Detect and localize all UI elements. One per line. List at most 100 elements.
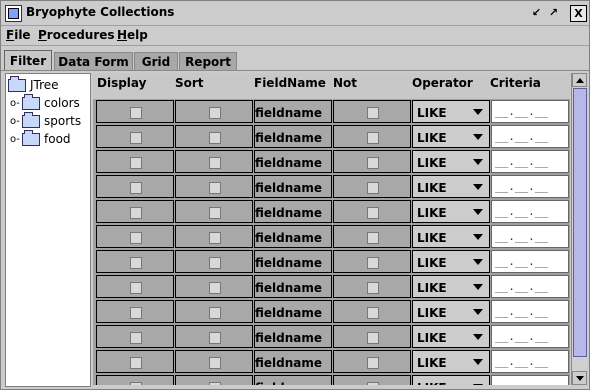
scroll-up-icon[interactable] [572, 73, 587, 87]
operator-select[interactable]: LIKE [412, 225, 490, 248]
criteria-input[interactable]: __.__.__ [491, 175, 569, 198]
criteria-input[interactable]: __.__.__ [491, 250, 569, 273]
tree-node-colors[interactable]: o- colors [10, 93, 80, 111]
display-checkbox[interactable] [130, 157, 142, 169]
not-checkbox[interactable] [367, 207, 379, 219]
display-checkbox[interactable] [130, 332, 142, 344]
scroll-down-icon[interactable] [572, 371, 587, 385]
chevron-down-icon[interactable] [473, 184, 483, 190]
sort-checkbox[interactable] [209, 357, 221, 369]
fieldname-cell[interactable]: fieldname [254, 275, 332, 298]
sort-checkbox[interactable] [209, 207, 221, 219]
criteria-input[interactable]: __.__.__ [491, 350, 569, 373]
display-checkbox[interactable] [130, 382, 142, 385]
chevron-down-icon[interactable] [473, 234, 483, 240]
criteria-input[interactable]: __.__.__ [491, 275, 569, 298]
operator-select[interactable]: LIKE [412, 375, 490, 385]
chevron-down-icon[interactable] [473, 134, 483, 140]
criteria-input[interactable]: __.__.__ [491, 125, 569, 148]
fieldname-cell[interactable]: fieldname [254, 200, 332, 223]
menu-help[interactable]: Help [117, 28, 148, 42]
sort-checkbox[interactable] [209, 157, 221, 169]
close-button[interactable]: X [570, 5, 587, 22]
operator-select[interactable]: LIKE [412, 150, 490, 173]
sort-checkbox[interactable] [209, 307, 221, 319]
fieldname-cell[interactable]: fieldname [254, 300, 332, 323]
operator-select[interactable]: LIKE [412, 325, 490, 348]
tree-node-food[interactable]: o- food [10, 129, 71, 147]
not-checkbox[interactable] [367, 232, 379, 244]
sort-checkbox[interactable] [209, 232, 221, 244]
fieldname-cell[interactable]: fieldname [254, 375, 332, 385]
expand-handle-icon[interactable]: o- [10, 98, 20, 109]
not-checkbox[interactable] [367, 357, 379, 369]
criteria-input[interactable]: __.__.__ [491, 150, 569, 173]
sort-checkbox[interactable] [209, 132, 221, 144]
operator-select[interactable]: LIKE [412, 350, 490, 373]
criteria-input[interactable]: __.__.__ [491, 225, 569, 248]
display-checkbox[interactable] [130, 182, 142, 194]
chevron-down-icon[interactable] [473, 259, 483, 265]
expand-handle-icon[interactable]: o- [10, 116, 20, 127]
chevron-down-icon[interactable] [473, 359, 483, 365]
not-checkbox[interactable] [367, 282, 379, 294]
sort-checkbox[interactable] [209, 182, 221, 194]
operator-select[interactable]: LIKE [412, 250, 490, 273]
fieldname-cell[interactable]: fieldname [254, 350, 332, 373]
criteria-input[interactable]: __.__.__ [491, 325, 569, 348]
display-checkbox[interactable] [130, 282, 142, 294]
expand-handle-icon[interactable]: o- [10, 134, 20, 145]
menu-procedures[interactable]: Procedures [38, 28, 115, 42]
minimize-icon[interactable]: ↙ [529, 5, 544, 20]
chevron-down-icon[interactable] [473, 334, 483, 340]
sort-checkbox[interactable] [209, 332, 221, 344]
criteria-input[interactable]: __.__.__ [491, 200, 569, 223]
display-checkbox[interactable] [130, 257, 142, 269]
not-checkbox[interactable] [367, 182, 379, 194]
display-checkbox[interactable] [130, 107, 142, 119]
menu-file[interactable]: File [6, 28, 31, 42]
tab-grid[interactable]: Grid [134, 52, 178, 70]
tab-filter[interactable]: Filter [4, 50, 52, 71]
fieldname-cell[interactable]: fieldname [254, 175, 332, 198]
fieldname-cell[interactable]: fieldname [254, 125, 332, 148]
chevron-down-icon[interactable] [473, 209, 483, 215]
display-checkbox[interactable] [130, 307, 142, 319]
vertical-scrollbar[interactable] [571, 73, 587, 385]
fieldname-cell[interactable]: fieldname [254, 100, 332, 123]
display-checkbox[interactable] [130, 232, 142, 244]
not-checkbox[interactable] [367, 157, 379, 169]
tree-root[interactable]: JTree [8, 75, 59, 93]
criteria-input[interactable]: __.__.__ [491, 375, 569, 385]
display-checkbox[interactable] [130, 357, 142, 369]
sort-checkbox[interactable] [209, 257, 221, 269]
scroll-thumb[interactable] [573, 88, 587, 357]
chevron-down-icon[interactable] [473, 159, 483, 165]
operator-select[interactable]: LIKE [412, 275, 490, 298]
maximize-icon[interactable]: ↗ [546, 5, 561, 20]
sort-checkbox[interactable] [209, 107, 221, 119]
not-checkbox[interactable] [367, 307, 379, 319]
sort-checkbox[interactable] [209, 382, 221, 385]
display-checkbox[interactable] [130, 132, 142, 144]
fieldname-cell[interactable]: fieldname [254, 250, 332, 273]
operator-select[interactable]: LIKE [412, 300, 490, 323]
criteria-input[interactable]: __.__.__ [491, 300, 569, 323]
operator-select[interactable]: LIKE [412, 125, 490, 148]
fieldname-cell[interactable]: fieldname [254, 225, 332, 248]
criteria-input[interactable]: __.__.__ [491, 100, 569, 123]
chevron-down-icon[interactable] [473, 284, 483, 290]
not-checkbox[interactable] [367, 332, 379, 344]
operator-select[interactable]: LIKE [412, 200, 490, 223]
fieldname-cell[interactable]: fieldname [254, 150, 332, 173]
tab-data-form[interactable]: Data Form [54, 52, 133, 70]
chevron-down-icon[interactable] [473, 109, 483, 115]
chevron-down-icon[interactable] [473, 384, 483, 385]
not-checkbox[interactable] [367, 132, 379, 144]
not-checkbox[interactable] [367, 107, 379, 119]
operator-select[interactable]: LIKE [412, 100, 490, 123]
not-checkbox[interactable] [367, 382, 379, 385]
not-checkbox[interactable] [367, 257, 379, 269]
chevron-down-icon[interactable] [473, 309, 483, 315]
operator-select[interactable]: LIKE [412, 175, 490, 198]
